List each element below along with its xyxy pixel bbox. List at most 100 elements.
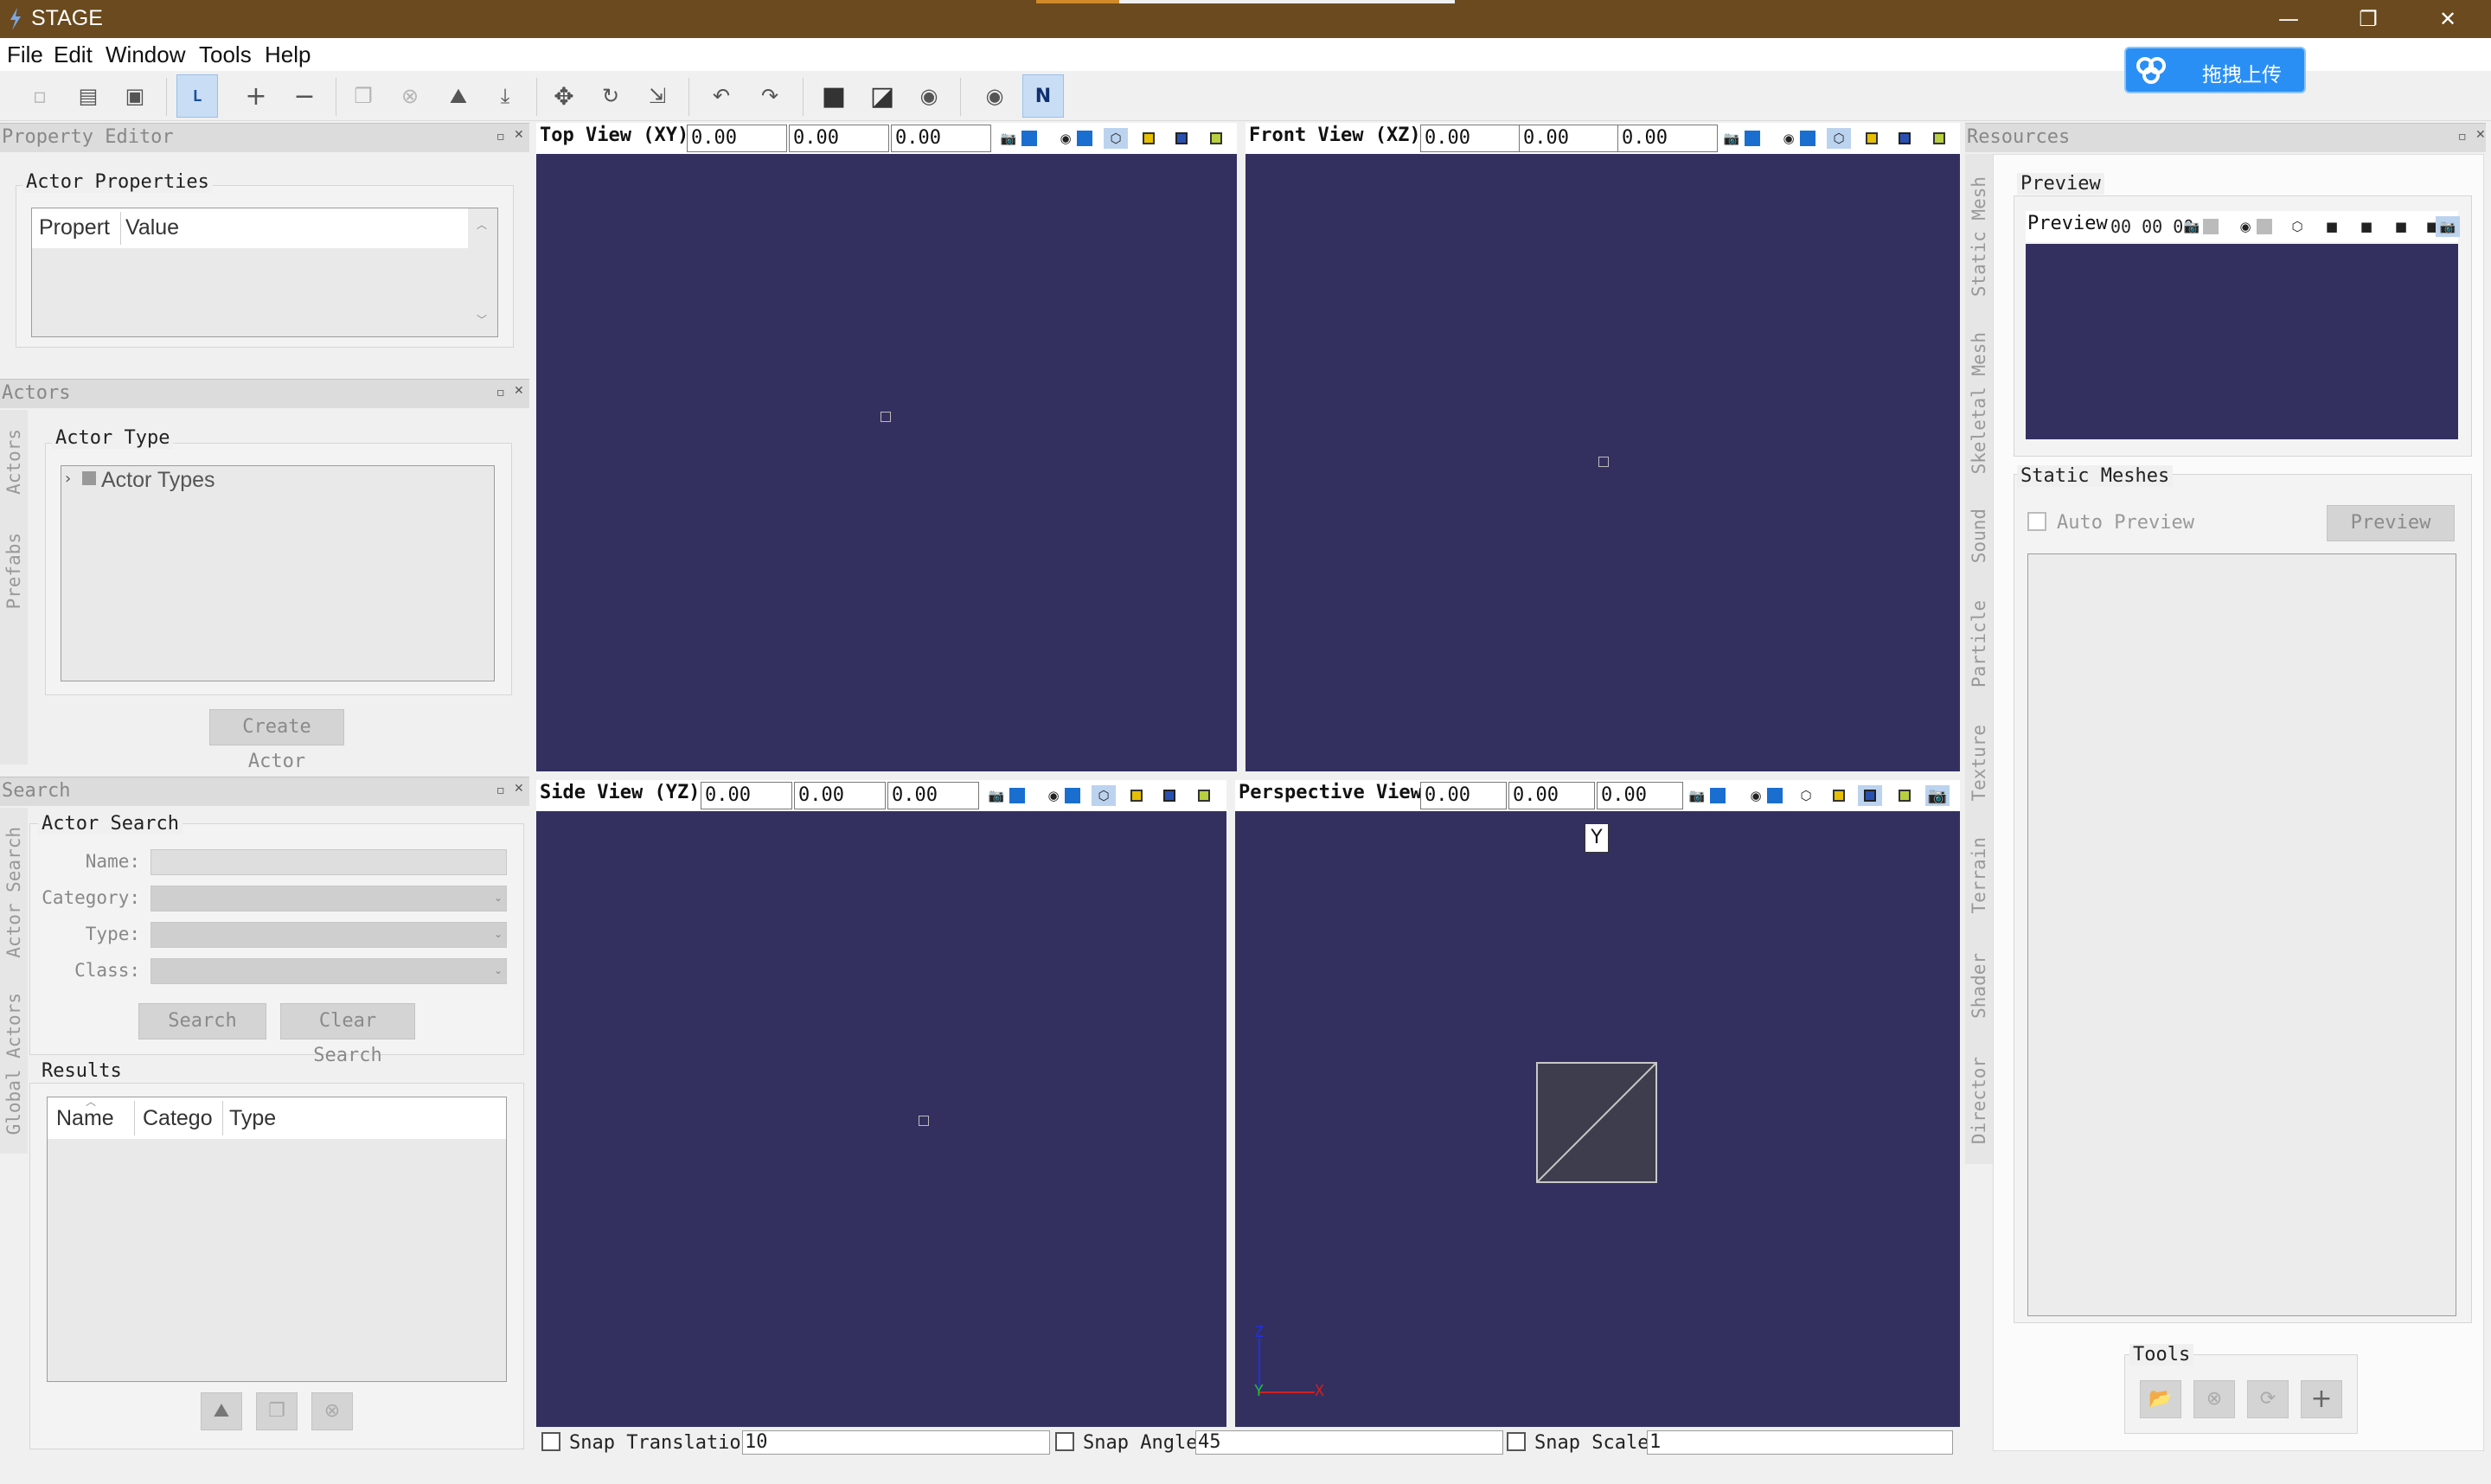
side-view-x-field[interactable]: 0.00 bbox=[701, 782, 792, 809]
preview-viewport[interactable] bbox=[2026, 244, 2458, 439]
close-icon[interactable]: ✕ bbox=[514, 782, 524, 796]
top-view-z-field[interactable]: 0.00 bbox=[891, 125, 991, 152]
menu-help[interactable]: Help bbox=[265, 42, 311, 68]
camera-active-icon[interactable]: 📷 bbox=[1925, 785, 1950, 806]
lit-view-icon[interactable]: ⬡ bbox=[1794, 785, 1818, 806]
create-actor-button[interactable]: Create Actor bbox=[209, 709, 344, 772]
terrain-icon[interactable]: ⛰ bbox=[201, 1392, 242, 1430]
green-cube-icon[interactable] bbox=[1892, 785, 1917, 806]
open-file-icon[interactable]: ▤ bbox=[67, 74, 109, 118]
wire-view-icon[interactable] bbox=[1005, 785, 1029, 806]
gray-cube-icon[interactable]: ■ bbox=[2320, 216, 2344, 237]
remove-icon[interactable]: − bbox=[284, 74, 325, 118]
blue-cube-icon[interactable] bbox=[1858, 785, 1882, 806]
menu-file[interactable]: File bbox=[7, 42, 43, 68]
redo-icon[interactable]: ↷ bbox=[749, 74, 791, 118]
solid-view-icon[interactable] bbox=[1763, 785, 1787, 806]
delete-icon[interactable]: ⊗ bbox=[311, 1392, 353, 1430]
refresh-icon[interactable]: ⟳ bbox=[2247, 1380, 2289, 1418]
lit-view-icon[interactable]: ⬡ bbox=[2285, 216, 2309, 237]
clear-search-button[interactable]: Clear Search bbox=[280, 1003, 415, 1066]
float-icon[interactable]: ▫ bbox=[2458, 130, 2467, 144]
tab-static-mesh[interactable]: Static Mesh bbox=[1969, 176, 1989, 297]
property-table[interactable]: Propert Value ︿ ﹀ bbox=[31, 208, 498, 337]
snap-angle-input[interactable]: 45 bbox=[1195, 1430, 1503, 1455]
perspective-view-viewport[interactable]: Y Z Y X bbox=[1235, 811, 1960, 1427]
lit-view-icon[interactable]: ⬡ bbox=[1104, 128, 1128, 149]
side-view-viewport[interactable] bbox=[536, 811, 1226, 1427]
side-view-z-field[interactable]: 0.00 bbox=[887, 782, 979, 809]
tab-texture[interactable]: Texture bbox=[1969, 725, 1989, 802]
solid-view-icon[interactable] bbox=[1796, 128, 1820, 149]
wire-view-icon[interactable] bbox=[1740, 128, 1764, 149]
minimize-button[interactable]: — bbox=[2249, 0, 2328, 38]
close-button[interactable]: ✕ bbox=[2408, 0, 2488, 38]
scroll-up-icon[interactable]: ︿ bbox=[477, 217, 487, 232]
actor-marker[interactable] bbox=[880, 412, 891, 422]
front-view-viewport[interactable] bbox=[1246, 154, 1960, 771]
tab-actors[interactable]: Actors bbox=[3, 429, 24, 495]
preview-button[interactable]: Preview bbox=[2327, 505, 2455, 541]
save-icon[interactable]: ▣ bbox=[114, 74, 156, 118]
front-view-z-field[interactable]: 0.00 bbox=[1617, 125, 1718, 152]
snap-angle-checkbox[interactable] bbox=[1055, 1432, 1074, 1451]
col-name[interactable]: Name bbox=[56, 1106, 114, 1131]
type-select[interactable]: ⌄ bbox=[150, 922, 507, 948]
restore-button[interactable]: ❐ bbox=[2328, 0, 2408, 38]
tab-global-actors[interactable]: Global Actors bbox=[3, 993, 24, 1135]
green-cube-icon[interactable] bbox=[1192, 785, 1216, 806]
gray-cube-icon[interactable]: ■ bbox=[2354, 216, 2379, 237]
blue-cube-icon[interactable] bbox=[1169, 128, 1194, 149]
yellow-cube-icon[interactable] bbox=[1137, 128, 1161, 149]
front-view-x-field[interactable]: 0.00 bbox=[1420, 125, 1521, 152]
delete-icon[interactable]: ⊗ bbox=[389, 74, 431, 118]
float-icon[interactable]: ▫ bbox=[496, 130, 505, 144]
yellow-cube-icon[interactable] bbox=[1124, 785, 1149, 806]
actor-marker[interactable] bbox=[919, 1116, 929, 1126]
top-view-viewport[interactable] bbox=[536, 154, 1237, 771]
tab-actor-search[interactable]: Actor Search bbox=[3, 827, 24, 958]
name-input[interactable] bbox=[150, 849, 507, 875]
blue-cube-icon[interactable] bbox=[1892, 128, 1917, 149]
solid-view-icon[interactable] bbox=[1073, 128, 1097, 149]
wire-view-icon[interactable] bbox=[1706, 785, 1730, 806]
copy-icon[interactable]: ❐ bbox=[256, 1392, 298, 1430]
class-select[interactable]: ⌄ bbox=[150, 958, 507, 984]
yellow-cube-icon[interactable] bbox=[1860, 128, 1884, 149]
tab-terrain[interactable]: Terrain bbox=[1969, 837, 1989, 914]
undo-icon[interactable]: ↶ bbox=[701, 74, 742, 118]
col-property[interactable]: Propert bbox=[39, 215, 110, 240]
snap-scale-input[interactable]: 1 bbox=[1647, 1430, 1953, 1455]
wire-view-icon[interactable] bbox=[2199, 216, 2223, 237]
close-icon[interactable]: ✕ bbox=[2475, 128, 2486, 142]
static-meshes-list[interactable] bbox=[2027, 553, 2456, 1316]
top-view-y-field[interactable]: 0.00 bbox=[789, 125, 889, 152]
snap-translation-input[interactable]: 10 bbox=[742, 1430, 1050, 1455]
upload-widget-button[interactable]: 拖拽上传 bbox=[2124, 47, 2306, 93]
new-file-icon[interactable]: ▫ bbox=[19, 74, 61, 118]
tab-prefabs[interactable]: Prefabs bbox=[3, 533, 24, 610]
copy-icon[interactable]: ❐ bbox=[343, 74, 384, 118]
lit-view-icon[interactable]: ⬡ bbox=[1092, 785, 1116, 806]
tree-root-item[interactable]: Actor Types bbox=[101, 468, 215, 493]
snap-scale-checkbox[interactable] bbox=[1507, 1432, 1526, 1451]
solid-view-icon[interactable]: ■ bbox=[813, 74, 855, 118]
perspective-view-y-field[interactable]: 0.00 bbox=[1508, 782, 1595, 809]
close-icon[interactable]: ✕ bbox=[514, 128, 524, 142]
perspective-view-x-field[interactable]: 0.00 bbox=[1420, 782, 1507, 809]
float-icon[interactable]: ▫ bbox=[496, 386, 505, 400]
textured-view-icon[interactable]: ◪ bbox=[861, 74, 903, 118]
blue-cube-icon[interactable] bbox=[1157, 785, 1181, 806]
float-icon[interactable]: ▫ bbox=[496, 784, 505, 797]
axis-y-tag[interactable]: Y bbox=[1585, 823, 1609, 853]
perspective-view-z-field[interactable]: 0.00 bbox=[1597, 782, 1683, 809]
expand-icon[interactable]: › bbox=[65, 470, 71, 488]
menu-tools[interactable]: Tools bbox=[199, 42, 252, 68]
scale-icon[interactable]: ⇲ bbox=[637, 74, 678, 118]
show-icon[interactable]: ◉ bbox=[908, 74, 950, 118]
navigate-icon[interactable]: N bbox=[1022, 74, 1064, 118]
yellow-cube-icon[interactable] bbox=[1827, 785, 1851, 806]
rotate-icon[interactable]: ↻ bbox=[590, 74, 631, 118]
gray-cube-icon[interactable]: ■ bbox=[2389, 216, 2413, 237]
lit-view-icon[interactable]: ⬡ bbox=[1827, 128, 1851, 149]
